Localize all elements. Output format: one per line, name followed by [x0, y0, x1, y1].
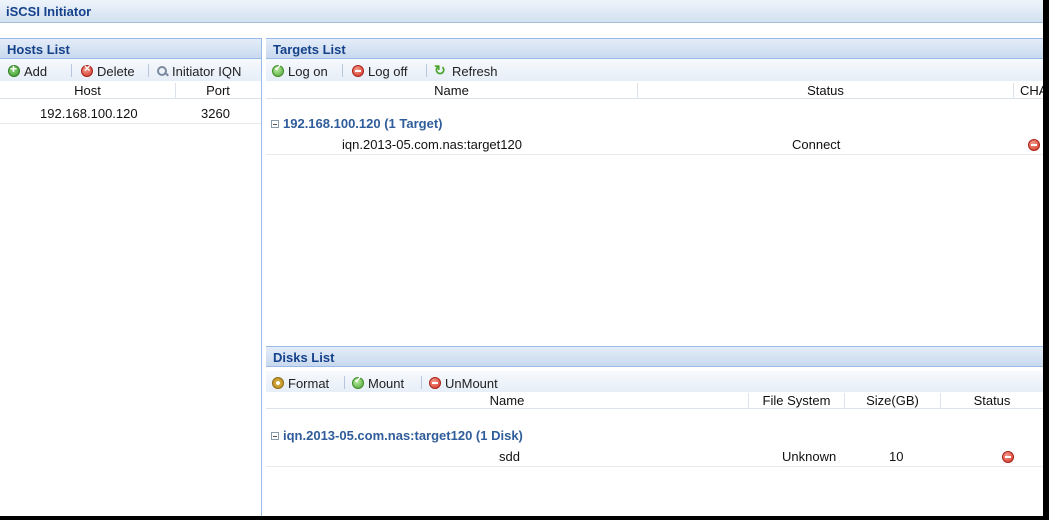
port-column-header[interactable]: Port — [176, 83, 260, 98]
window-title: iSCSI Initiator — [6, 4, 92, 19]
check-icon — [352, 375, 364, 389]
refresh-label: Refresh — [452, 63, 498, 79]
refresh-icon — [434, 62, 448, 79]
toolbar-separator — [342, 64, 343, 77]
delete-icon — [81, 63, 93, 77]
log-on-button[interactable]: Log on — [272, 63, 328, 79]
table-row[interactable]: 192.168.100.120 3260 — [0, 104, 261, 124]
unmount-button[interactable]: UnMount — [429, 375, 498, 391]
format-label: Format — [288, 375, 330, 391]
chap-cell — [1028, 139, 1040, 154]
disk-group-row[interactable]: iqn.2013-05.com.nas:target120 (1 Disk) — [271, 428, 523, 443]
stop-icon — [352, 65, 364, 77]
mount-button[interactable]: Mount — [352, 375, 404, 391]
mount-label: Mount — [368, 375, 405, 391]
hosts-column-header: Host Port — [0, 82, 261, 99]
panel-divider — [261, 38, 262, 516]
disk-status-column-header[interactable]: Status — [941, 393, 1043, 408]
host-column-header[interactable]: Host — [0, 83, 176, 98]
gear-icon — [272, 377, 284, 389]
disk-name-column-header[interactable]: Name — [266, 393, 749, 408]
size-column-header[interactable]: Size(GB) — [845, 393, 941, 408]
toolbar-separator — [426, 64, 427, 77]
filesystem-column-header[interactable]: File System — [749, 393, 845, 408]
initiator-iqn-label: Initiator IQN — [172, 63, 242, 79]
target-status-column-header[interactable]: Status — [638, 83, 1014, 98]
chap-column-header[interactable]: CHAP — [1014, 83, 1043, 98]
delete-host-button[interactable]: Delete — [81, 63, 135, 79]
target-group-row[interactable]: 192.168.100.120 (1 Target) — [271, 116, 442, 131]
delete-host-label: Delete — [97, 63, 135, 79]
unmount-label: UnMount — [445, 375, 498, 391]
initiator-iqn-button[interactable]: Initiator IQN — [156, 63, 241, 79]
disk-size-cell: 10 — [889, 449, 904, 464]
magnifier-icon — [156, 65, 168, 77]
window-titlebar: iSCSI Initiator — [0, 0, 1043, 23]
log-off-label: Log off — [368, 63, 408, 79]
target-group-label: 192.168.100.120 (1 Target) — [283, 116, 443, 131]
stop-icon — [429, 377, 441, 389]
format-button[interactable]: Format — [272, 375, 329, 391]
disks-list-header: Disks List — [266, 346, 1043, 367]
disk-filesystem-cell: Unknown — [782, 449, 837, 464]
toolbar-separator — [71, 64, 72, 77]
toolbar-separator — [344, 376, 345, 389]
toolbar-separator — [148, 64, 149, 77]
check-icon — [272, 63, 284, 77]
stop-icon[interactable] — [1002, 451, 1014, 463]
log-off-button[interactable]: Log off — [352, 63, 408, 79]
iscsi-initiator-window: iSCSI Initiator Hosts List Add Delete In… — [0, 0, 1046, 517]
target-status-cell: Connect — [792, 137, 841, 152]
hosts-list-header: Hosts List — [0, 38, 261, 59]
hosts-toolbar: Add Delete Initiator IQN — [0, 59, 261, 81]
toolbar-separator — [421, 376, 422, 389]
targets-toolbar: Log on Log off Refresh — [266, 59, 1043, 81]
disks-column-header: Name File System Size(GB) Status — [266, 392, 1043, 409]
table-row[interactable]: iqn.2013-05.com.nas:target120 Connect — [266, 135, 1043, 155]
collapse-icon[interactable] — [271, 431, 279, 440]
disk-name-cell: sdd — [499, 449, 520, 464]
stop-icon[interactable] — [1028, 139, 1040, 151]
target-name-cell: iqn.2013-05.com.nas:target120 — [342, 137, 522, 152]
hosts-list-title: Hosts List — [7, 42, 70, 57]
targets-column-header: Name Status CHAP — [266, 82, 1043, 99]
log-on-label: Log on — [288, 63, 328, 79]
targets-list-header: Targets List — [266, 38, 1043, 59]
host-cell: 192.168.100.120 — [40, 106, 138, 121]
refresh-button[interactable]: Refresh — [434, 62, 498, 79]
target-name-column-header[interactable]: Name — [266, 83, 638, 98]
add-host-label: Add — [24, 63, 48, 79]
disk-group-label: iqn.2013-05.com.nas:target120 (1 Disk) — [283, 428, 523, 443]
add-host-button[interactable]: Add — [8, 62, 48, 79]
disk-status-cell — [1002, 451, 1014, 466]
targets-list-title: Targets List — [273, 42, 346, 57]
disks-toolbar: Format Mount UnMount — [266, 371, 1043, 393]
table-row[interactable]: sdd Unknown 10 — [266, 447, 1043, 467]
port-cell: 3260 — [201, 106, 230, 121]
collapse-icon[interactable] — [271, 119, 279, 128]
add-icon — [8, 62, 20, 77]
disks-list-title: Disks List — [273, 350, 335, 365]
